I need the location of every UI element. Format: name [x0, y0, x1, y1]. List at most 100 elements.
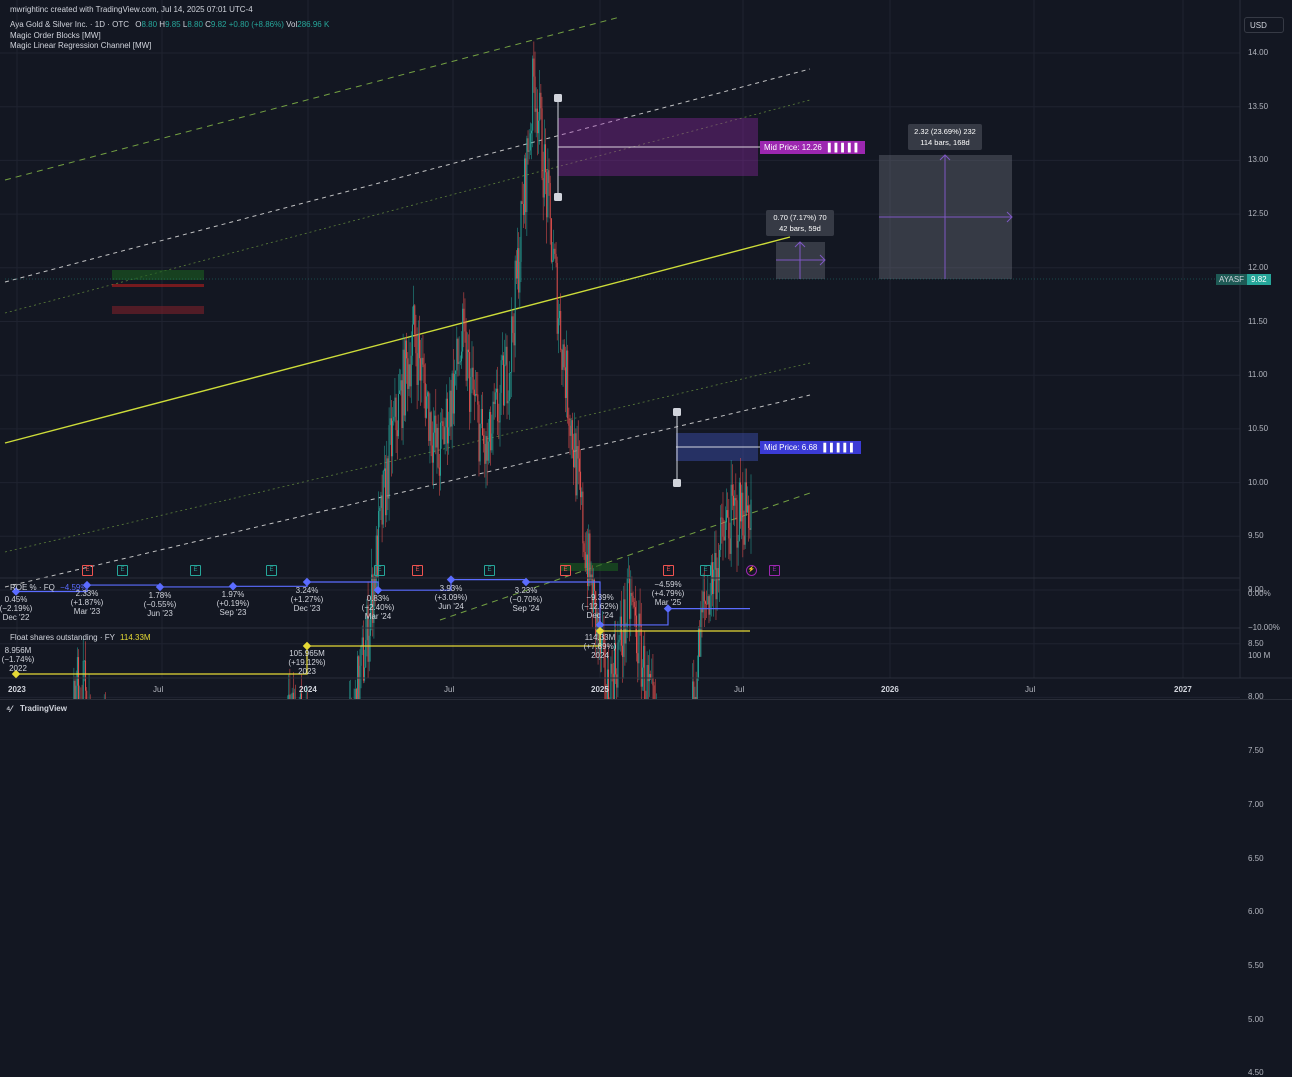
- candle-body: [403, 349, 405, 416]
- candle-body: [708, 596, 710, 615]
- candle-body: [560, 310, 562, 350]
- candle-body: [480, 409, 482, 424]
- candle-body: [387, 458, 389, 499]
- measure-tooltip-2: 2.32 (23.69%) 232 114 bars, 168d: [908, 124, 982, 150]
- candle-body: [626, 578, 628, 629]
- candle-body: [449, 390, 451, 428]
- candle-body: [85, 660, 87, 691]
- measure-tooltip-1: 0.70 (7.17%) 70 42 bars, 59d: [766, 210, 834, 236]
- candle-body: [531, 130, 533, 134]
- candle-body: [513, 332, 515, 346]
- candle-body: [424, 383, 426, 418]
- float-label-line: 2023: [298, 667, 316, 676]
- price-chart[interactable]: [0, 0, 1292, 717]
- roe-label-line: (+1.87%): [70, 598, 104, 608]
- earnings-event-icon[interactable]: E: [266, 565, 277, 576]
- candle-body: [616, 674, 618, 688]
- earnings-event-icon[interactable]: E: [412, 565, 423, 576]
- earnings-event-icon[interactable]: E: [560, 565, 571, 576]
- roe-label-line: (+4.79%): [651, 589, 685, 598]
- candle-body: [541, 108, 543, 179]
- float-label-line: 2024: [591, 651, 609, 660]
- candle-body: [575, 433, 577, 496]
- candle-body: [418, 334, 420, 359]
- candle-body: [713, 569, 715, 594]
- float-label-line: 2022: [9, 664, 27, 673]
- earnings-event-icon[interactable]: E: [700, 565, 711, 576]
- price-axis-label: 5.50: [1248, 960, 1264, 970]
- candle-body: [540, 92, 542, 109]
- candle-body: [417, 334, 419, 385]
- candle-body: [567, 350, 569, 419]
- earnings-event-icon[interactable]: E: [117, 565, 128, 576]
- indicator-legend-regression[interactable]: Magic Linear Regression Channel [MW]: [10, 41, 151, 50]
- candle-body: [368, 635, 370, 662]
- roe-axis-zero: 0.00%: [1248, 589, 1271, 598]
- candle-body: [385, 468, 387, 516]
- candle-body: [566, 350, 568, 398]
- candle-body: [413, 305, 415, 325]
- earnings-event-icon[interactable]: E: [82, 565, 93, 576]
- float-label-line: (+7.89%): [583, 642, 617, 651]
- candle-body: [435, 415, 437, 448]
- price-axis-label: 6.00: [1248, 907, 1264, 917]
- candle-body: [554, 248, 556, 254]
- earnings-event-icon[interactable]: E: [663, 565, 674, 576]
- symbol-legend[interactable]: Aya Gold & Silver Inc. · 1D · OTC O8.80 …: [10, 20, 329, 29]
- candle-body: [492, 401, 494, 434]
- tradingview-brand[interactable]: TradingView: [20, 704, 67, 713]
- candle-body: [532, 58, 534, 131]
- earnings-event-icon[interactable]: E: [190, 565, 201, 576]
- candle-body: [527, 138, 529, 152]
- indicator-legend-order-blocks[interactable]: Magic Order Blocks [MW]: [10, 31, 101, 40]
- pivot-marker: [554, 193, 562, 201]
- candle-body: [618, 639, 620, 643]
- candle-body: [442, 421, 444, 427]
- candle-body: [637, 653, 639, 664]
- candle-body: [467, 349, 469, 353]
- candle-body: [444, 427, 446, 445]
- candle-body: [408, 364, 410, 389]
- candle-body: [462, 308, 464, 352]
- candle-body: [589, 533, 591, 580]
- candle-body: [543, 144, 545, 198]
- candle-body: [643, 645, 645, 668]
- candle-body: [365, 640, 367, 668]
- candle-body: [529, 133, 531, 151]
- float-label-line: 8.956M: [4, 646, 32, 655]
- roe-label-line: (−0.70%): [509, 595, 543, 605]
- tradingview-logo-icon[interactable]: ⁴⁄: [6, 704, 12, 714]
- candle-body: [625, 628, 627, 644]
- candle-body: [409, 364, 411, 387]
- time-axis-label: Jul: [1025, 685, 1036, 694]
- candle-body: [457, 338, 459, 364]
- roe-label-line: Jun '24: [438, 601, 464, 611]
- price-axis-label: 7.00: [1248, 799, 1264, 809]
- candle-body: [703, 591, 705, 602]
- last-price-value: 9.82: [1247, 274, 1271, 285]
- candle-body: [455, 370, 457, 374]
- roe-label-line: −4.59%: [654, 580, 682, 589]
- candle-body: [630, 592, 632, 619]
- roe-label-line: 3.23%: [514, 586, 538, 596]
- candle-body: [562, 344, 564, 370]
- earnings-event-icon[interactable]: E: [374, 565, 385, 576]
- candle-body: [569, 425, 571, 436]
- earnings-event-icon[interactable]: E: [484, 565, 495, 576]
- candle-body: [563, 344, 565, 368]
- dividend-event-icon[interactable]: ⚡: [746, 565, 757, 576]
- candle-body: [498, 421, 500, 423]
- roe-label-line: 3.93%: [439, 583, 463, 593]
- candle-body: [573, 449, 575, 468]
- candle-body: [738, 482, 740, 541]
- candle-body: [519, 261, 521, 293]
- candle-body: [451, 373, 453, 427]
- earnings-event-icon[interactable]: E: [769, 565, 780, 576]
- roe-axis-neg10: −10.00%: [1248, 623, 1280, 632]
- currency-button[interactable]: USD: [1244, 17, 1284, 33]
- measure-2-bars: 114 bars, 168d: [920, 138, 970, 147]
- float-legend[interactable]: Float shares outstanding · FY 114.33M: [10, 633, 151, 642]
- footer-bar: ⁴⁄ TradingView: [0, 699, 1292, 718]
- roe-point-label: 0.45% (−2.19%) Dec '22: [0, 595, 32, 622]
- roe-label-line: 1.97%: [221, 590, 245, 600]
